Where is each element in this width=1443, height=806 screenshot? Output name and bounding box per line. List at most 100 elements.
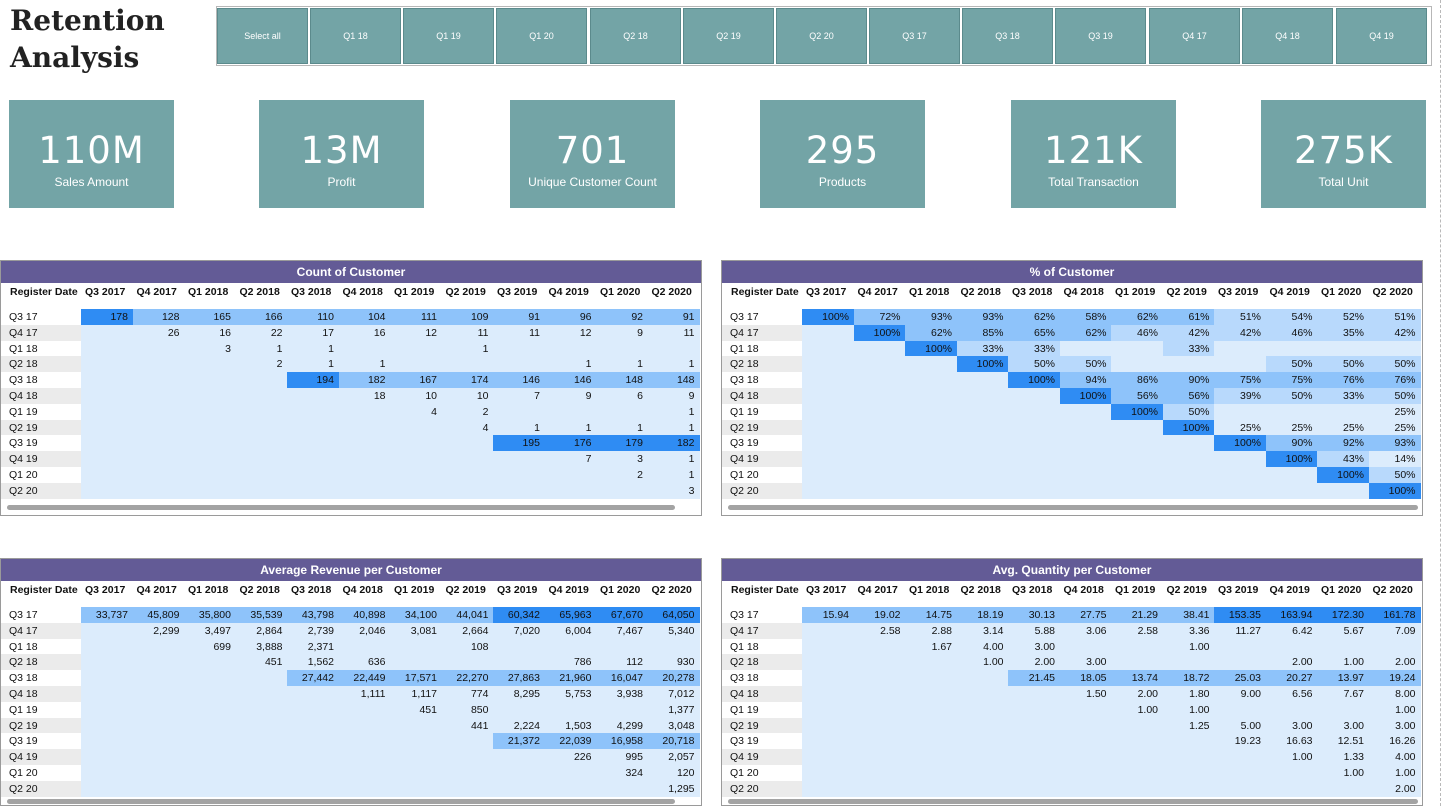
row-label: Q4 19 <box>1 451 81 468</box>
column-header[interactable]: Q4 2019 <box>549 581 589 599</box>
row-header-label[interactable]: Register Date <box>10 581 78 599</box>
column-header[interactable]: Q1 2020 <box>600 283 640 301</box>
column-header[interactable]: Q4 2019 <box>1270 283 1310 301</box>
slicer-chip[interactable]: Q4 19 <box>1336 8 1427 64</box>
column-header[interactable]: Q3 2019 <box>1218 283 1258 301</box>
slicer-chip[interactable]: Q3 17 <box>869 8 960 64</box>
matrix-cell: 20.27 <box>1265 670 1318 687</box>
row-header-label[interactable]: Register Date <box>10 283 78 301</box>
column-header[interactable]: Q2 2020 <box>1373 581 1413 599</box>
column-header[interactable]: Q4 2017 <box>137 581 177 599</box>
row-label: Q2 20 <box>722 780 802 797</box>
matrix-cell: 2,057 <box>647 749 700 766</box>
matrix-cell: 100% <box>905 340 957 357</box>
matrix-cell <box>235 388 288 404</box>
row-header-label[interactable]: Register Date <box>731 581 799 599</box>
column-header[interactable]: Q3 2017 <box>85 581 125 599</box>
column-header[interactable]: Q3 2018 <box>1012 581 1052 599</box>
column-header[interactable]: Q3 2018 <box>1012 283 1052 301</box>
matrix-cell: 1 <box>441 340 494 357</box>
column-header[interactable]: Q4 2018 <box>343 581 383 599</box>
column-header[interactable]: Q1 2018 <box>188 581 228 599</box>
column-header[interactable]: Q1 2020 <box>600 581 640 599</box>
column-header[interactable]: Q1 2019 <box>1115 581 1155 599</box>
row-header-label[interactable]: Register Date <box>731 283 799 301</box>
slicer-chip[interactable]: Q4 18 <box>1242 8 1333 64</box>
matrix-cell <box>132 372 185 389</box>
matrix-cell <box>132 686 185 702</box>
column-header[interactable]: Q1 2020 <box>1321 283 1361 301</box>
matrix-cell: 60,342 <box>493 607 545 623</box>
column-header[interactable]: Q1 2020 <box>1321 581 1361 599</box>
matrix-cell <box>184 701 236 718</box>
column-header[interactable]: Q3 2018 <box>291 283 331 301</box>
matrix-cell <box>338 419 391 436</box>
matrix-cell: 76% <box>1317 372 1369 389</box>
slicer-chip[interactable]: Q3 18 <box>962 8 1053 64</box>
column-header[interactable]: Q2 2020 <box>1373 283 1413 301</box>
slicer-chip[interactable]: Q2 18 <box>590 8 681 64</box>
column-header[interactable]: Q3 2017 <box>806 581 846 599</box>
column-header[interactable]: Q2 2018 <box>961 283 1001 301</box>
column-header[interactable]: Q4 2019 <box>549 283 589 301</box>
slicer-chip[interactable]: Q3 19 <box>1055 8 1146 64</box>
matrix-cell: 3,497 <box>184 622 236 639</box>
column-header[interactable]: Q4 2018 <box>1064 581 1104 599</box>
column-header[interactable]: Q2 2020 <box>652 581 692 599</box>
matrix-cell: 2,046 <box>338 622 391 639</box>
column-header[interactable]: Q3 2017 <box>85 283 125 301</box>
column-header[interactable]: Q2 2020 <box>652 283 692 301</box>
matrix-cell <box>132 765 185 781</box>
column-header[interactable]: Q2 2018 <box>961 581 1001 599</box>
matrix-cell: 2.00 <box>1368 780 1421 797</box>
column-header[interactable]: Q1 2018 <box>909 283 949 301</box>
matrix-cell: 62% <box>1111 309 1163 325</box>
horizontal-scrollbar[interactable] <box>728 505 1418 510</box>
matrix-cell <box>1265 467 1318 483</box>
column-header[interactable]: Q4 2017 <box>137 283 177 301</box>
matrix-cell: 62% <box>1008 309 1060 325</box>
column-header[interactable]: Q2 2019 <box>1167 581 1207 599</box>
column-header[interactable]: Q2 2019 <box>446 283 486 301</box>
horizontal-scrollbar[interactable] <box>7 505 675 510</box>
slicer-chip[interactable]: Q2 19 <box>683 8 774 64</box>
column-header[interactable]: Q4 2018 <box>343 283 383 301</box>
row-label: Q2 19 <box>1 717 81 734</box>
column-header[interactable]: Q4 2019 <box>1270 581 1310 599</box>
column-header[interactable]: Q3 2019 <box>497 581 537 599</box>
slicer-chip[interactable]: Q1 20 <box>496 8 587 64</box>
slicer-chip[interactable]: Q1 19 <box>403 8 494 64</box>
panel-title: Average Revenue per Customer <box>1 559 701 581</box>
column-header[interactable]: Q1 2019 <box>394 581 434 599</box>
slicer-select-all[interactable]: Select all <box>217 8 308 64</box>
column-header[interactable]: Q1 2018 <box>909 581 949 599</box>
column-header[interactable]: Q3 2017 <box>806 283 846 301</box>
column-header[interactable]: Q1 2018 <box>188 283 228 301</box>
row-label: Q3 19 <box>1 733 81 750</box>
matrix-cell <box>853 717 906 734</box>
matrix-cell <box>441 749 494 766</box>
slicer-chip[interactable]: Q2 20 <box>776 8 867 64</box>
matrix-cell: 1 <box>338 356 391 373</box>
horizontal-scrollbar[interactable] <box>728 799 1418 804</box>
column-header[interactable]: Q4 2017 <box>858 581 898 599</box>
matrix-cell <box>956 670 1009 687</box>
column-header[interactable]: Q2 2019 <box>1167 283 1207 301</box>
matrix-cell <box>235 749 288 766</box>
column-header[interactable]: Q4 2017 <box>858 283 898 301</box>
slicer-chip[interactable]: Q1 18 <box>310 8 401 64</box>
column-header[interactable]: Q2 2018 <box>240 581 280 599</box>
column-header[interactable]: Q1 2019 <box>1115 283 1155 301</box>
slicer-chip[interactable]: Q4 17 <box>1149 8 1240 64</box>
matrix-cell <box>1317 780 1369 797</box>
column-header[interactable]: Q3 2019 <box>497 283 537 301</box>
column-header[interactable]: Q2 2019 <box>446 581 486 599</box>
matrix-cell: 1 <box>647 356 700 373</box>
column-header[interactable]: Q3 2019 <box>1218 581 1258 599</box>
column-header[interactable]: Q1 2019 <box>394 283 434 301</box>
column-header[interactable]: Q4 2018 <box>1064 283 1104 301</box>
column-header[interactable]: Q3 2018 <box>291 581 331 599</box>
matrix-cell <box>853 765 906 781</box>
column-header[interactable]: Q2 2018 <box>240 283 280 301</box>
horizontal-scrollbar[interactable] <box>7 799 675 804</box>
